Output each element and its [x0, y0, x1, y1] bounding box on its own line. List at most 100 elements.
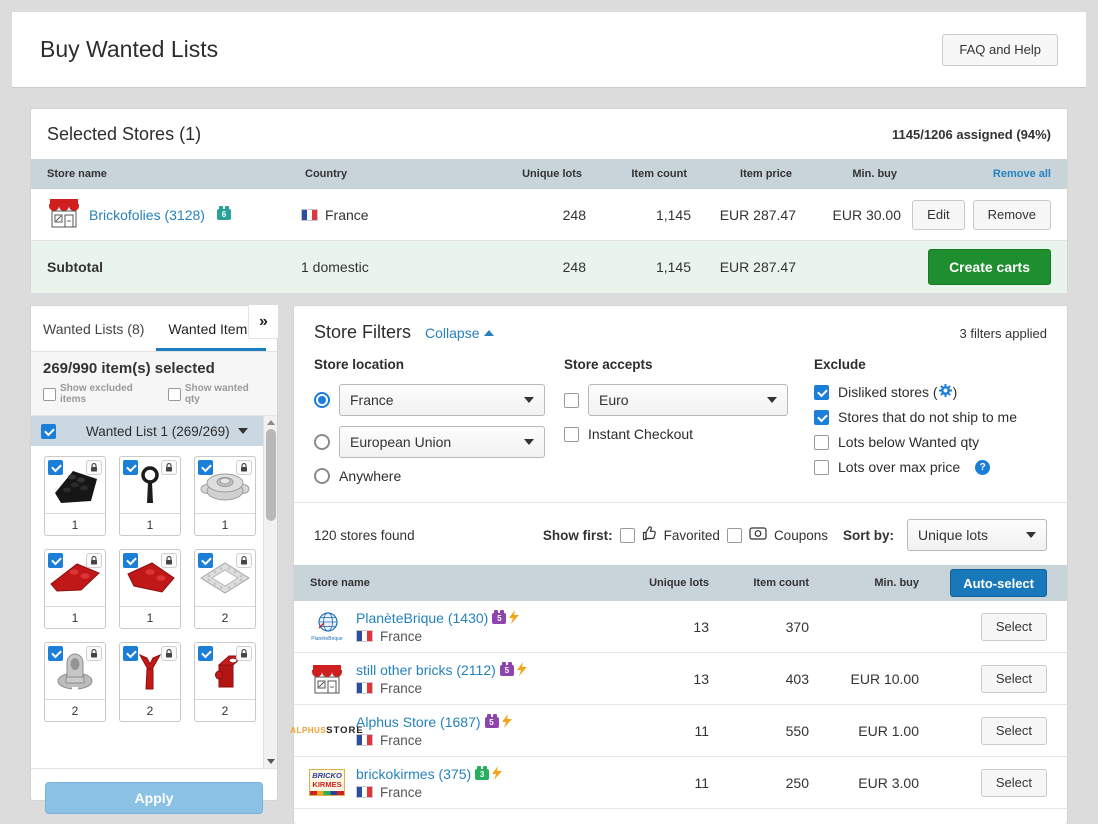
storefront-icon [47, 197, 81, 232]
scroll-down-icon[interactable] [267, 759, 275, 764]
caret-up-icon [484, 330, 494, 336]
wanted-items-grid: 1 1 1 [31, 446, 277, 732]
sort-by-label: Sort by: [843, 528, 894, 543]
store-link[interactable]: PlanèteBrique (1430) [356, 610, 488, 626]
store-feedback-badge: 3 [475, 769, 489, 780]
store-link[interactable]: still other bricks (2112) [356, 662, 496, 678]
france-flag-icon [301, 209, 318, 221]
location-france-radio[interactable] [314, 392, 330, 408]
france-flag-icon [356, 682, 373, 694]
below-qty-checkbox[interactable] [814, 435, 829, 450]
show-first-label: Show first: [543, 528, 613, 543]
currency-select[interactable]: Euro [588, 384, 788, 416]
store-item-price: EUR 287.47 [691, 207, 796, 223]
apply-button[interactable]: Apply [45, 782, 263, 814]
col-unique-lots: Unique lots [614, 577, 709, 589]
show-excluded-label: Show excluded items [60, 383, 160, 405]
currency-checkbox[interactable] [564, 393, 579, 408]
store-min-buy: EUR 1.00 [809, 723, 919, 739]
store-country: France [380, 681, 422, 696]
page-header: Buy Wanted Lists FAQ and Help [12, 12, 1086, 88]
wanted-item-card[interactable]: 2 [194, 642, 256, 722]
items-scrollbar[interactable] [263, 416, 277, 768]
collapse-panel-icon[interactable]: » [248, 305, 278, 339]
location-country-select[interactable]: France [339, 384, 545, 416]
show-wanted-qty-label: Show wanted qty [185, 383, 265, 405]
scrollbar-thumb[interactable] [266, 429, 276, 521]
store-result-row: PlanèteBrique PlanèteBrique (1430) 5 Fra… [294, 601, 1067, 653]
coupons-checkbox[interactable] [727, 528, 742, 543]
item-checkbox[interactable] [198, 460, 213, 475]
wanted-item-card[interactable]: 2 [119, 642, 181, 722]
over-price-checkbox[interactable] [814, 460, 829, 475]
subtotal-item-count: 1,145 [586, 259, 691, 275]
gear-icon[interactable] [939, 384, 952, 400]
create-carts-button[interactable]: Create carts [928, 249, 1051, 285]
store-item-count: 1,145 [586, 207, 691, 223]
favorited-checkbox[interactable] [620, 528, 635, 543]
scroll-up-icon[interactable] [267, 420, 275, 425]
instant-checkout-checkbox[interactable] [564, 427, 579, 442]
select-store-button[interactable]: Select [981, 717, 1047, 745]
item-checkbox[interactable] [48, 553, 63, 568]
lock-icon [161, 460, 177, 475]
item-checkbox[interactable] [48, 646, 63, 661]
show-excluded-checkbox[interactable] [43, 388, 56, 401]
select-store-button[interactable]: Select [981, 769, 1047, 797]
location-region-radio[interactable] [314, 434, 330, 450]
store-result-row: BRICKO KIRMES brickokirmes (375) 3 Franc… [294, 757, 1067, 809]
selected-store-link[interactable]: Brickofolies (3128) [89, 207, 205, 223]
results-table-header: Store name Unique lots Item count Min. b… [294, 565, 1067, 601]
results-bar: 120 stores found Show first: Favorited C… [294, 502, 1067, 565]
exclude-label: Exclude [814, 357, 1047, 372]
wanted-item-card[interactable]: 2 [44, 642, 106, 722]
remove-button[interactable]: Remove [973, 200, 1051, 230]
subtotal-label: Subtotal [31, 259, 301, 275]
wanted-item-card[interactable]: 2 [194, 549, 256, 629]
location-region-select[interactable]: European Union [339, 426, 545, 458]
store-link[interactable]: brickokirmes (375) [356, 766, 471, 782]
france-flag-icon [356, 630, 373, 642]
item-checkbox[interactable] [48, 460, 63, 475]
favorited-label: Favorited [664, 528, 720, 543]
help-question-icon[interactable]: ? [975, 460, 990, 475]
wanted-item-card[interactable]: 1 [194, 456, 256, 536]
no-ship-checkbox[interactable] [814, 410, 829, 425]
chevron-down-icon [238, 428, 248, 434]
instant-checkout-bolt-icon [492, 766, 502, 783]
store-unique-lots: 248 [451, 207, 586, 223]
select-store-button[interactable]: Select [981, 665, 1047, 693]
lock-icon [161, 553, 177, 568]
location-anywhere-radio[interactable] [314, 468, 330, 484]
item-checkbox[interactable] [198, 646, 213, 661]
item-qty: 2 [45, 699, 105, 721]
edit-button[interactable]: Edit [912, 200, 964, 230]
page-title: Buy Wanted Lists [40, 36, 218, 63]
collapse-filters-link[interactable]: Collapse [425, 325, 493, 341]
wanted-item-card[interactable]: 1 [44, 549, 106, 629]
item-checkbox[interactable] [123, 553, 138, 568]
faq-help-button[interactable]: FAQ and Help [942, 34, 1058, 66]
item-checkbox[interactable] [198, 553, 213, 568]
remove-all-link[interactable]: Remove all [993, 168, 1051, 180]
item-checkbox[interactable] [123, 460, 138, 475]
wanted-tabs: Wanted Lists (8) Wanted Items » [31, 306, 277, 352]
disliked-stores-checkbox[interactable] [814, 385, 829, 400]
wanted-list-checkbox[interactable] [41, 424, 56, 439]
wanted-item-card[interactable]: 1 [119, 549, 181, 629]
location-anywhere-label: Anywhere [339, 468, 401, 484]
wanted-item-card[interactable]: 1 [44, 456, 106, 536]
assigned-summary: 1145/1206 assigned (94%) [892, 127, 1051, 142]
col-unique-lots: Unique lots [451, 168, 586, 180]
tab-wanted-lists[interactable]: Wanted Lists (8) [31, 306, 156, 351]
wanted-item-card[interactable]: 1 [119, 456, 181, 536]
auto-select-button[interactable]: Auto-select [950, 569, 1047, 597]
show-wanted-qty-checkbox[interactable] [168, 388, 181, 401]
sort-by-select[interactable]: Unique lots [907, 519, 1047, 551]
select-store-button[interactable]: Select [981, 613, 1047, 641]
store-unique-lots: 13 [614, 619, 709, 635]
item-checkbox[interactable] [123, 646, 138, 661]
selected-stores-table-header: Store name Country Unique lots Item coun… [31, 159, 1067, 189]
wanted-list-header[interactable]: Wanted List 1 (269/269) [31, 416, 277, 446]
store-link[interactable]: Alphus Store (1687) [356, 714, 481, 730]
